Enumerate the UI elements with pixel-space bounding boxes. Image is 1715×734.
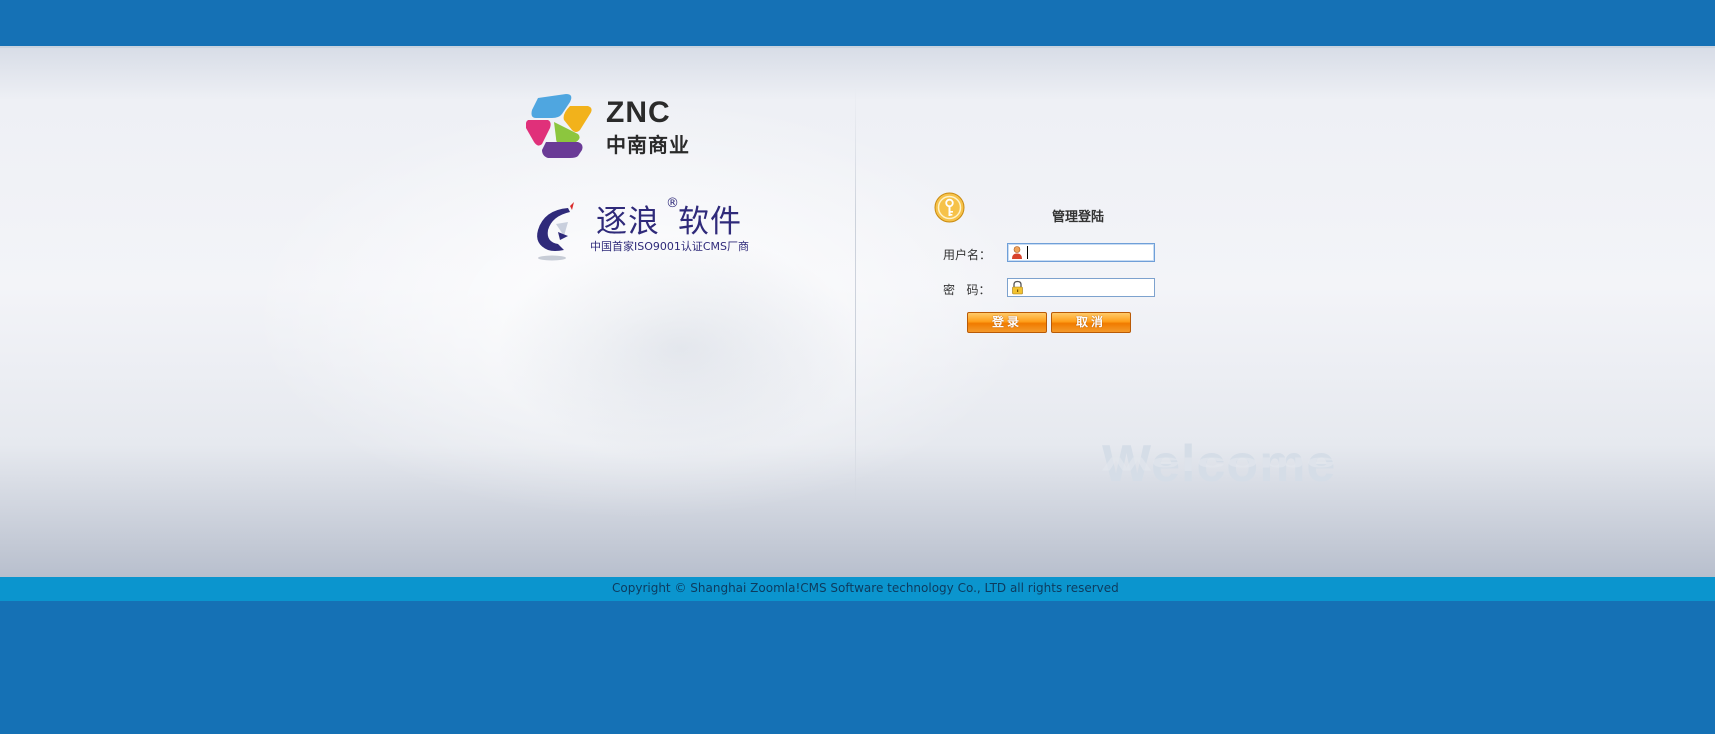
login-button[interactable]: 登录 [967, 312, 1047, 333]
login-title: 管理登陆 [1052, 210, 1105, 225]
zhulang-name-2: 软件 [678, 204, 742, 240]
username-label: 用户名： [943, 248, 992, 262]
welcome-reflection: Welcome [1102, 453, 1337, 474]
zhulang-logo-mark [537, 202, 574, 261]
username-field[interactable] [1007, 243, 1156, 262]
stage-divider [855, 88, 856, 508]
password-label: 密 码： [943, 283, 991, 297]
login-page: ZNC 中南商业 逐浪 ® 软件 中国首家ISO9001认证CMS厂商 管理登陆… [0, 0, 1715, 734]
login-stage [0, 48, 1715, 577]
username-input[interactable] [1026, 244, 1156, 261]
lock-icon [1012, 280, 1023, 295]
password-field[interactable] [1007, 278, 1156, 297]
text-caret [1027, 246, 1028, 259]
znc-logo-cn: 中南商业 [606, 133, 690, 157]
zhulang-name-1: 逐浪 [596, 204, 660, 240]
footer-bar: Copyright © Shanghai Zoomla!CMS Software… [0, 577, 1715, 601]
bottom-band [0, 601, 1715, 734]
key-icon [934, 192, 965, 223]
zhulang-logo: 逐浪 ® 软件 中国首家ISO9001认证CMS厂商 [534, 196, 764, 266]
znc-logo-mark [526, 94, 592, 158]
top-header-band [0, 0, 1715, 48]
cancel-button[interactable]: 取消 [1051, 312, 1131, 333]
znc-logo-text: ZNC [606, 96, 671, 129]
user-icon [1012, 246, 1022, 259]
copyright-text: Copyright © Shanghai Zoomla!CMS Software… [612, 581, 1119, 595]
znc-logo: ZNC 中南商业 [526, 92, 716, 158]
password-input[interactable] [1026, 279, 1156, 296]
zhulang-tagline: 中国首家ISO9001认证CMS厂商 [590, 240, 750, 253]
